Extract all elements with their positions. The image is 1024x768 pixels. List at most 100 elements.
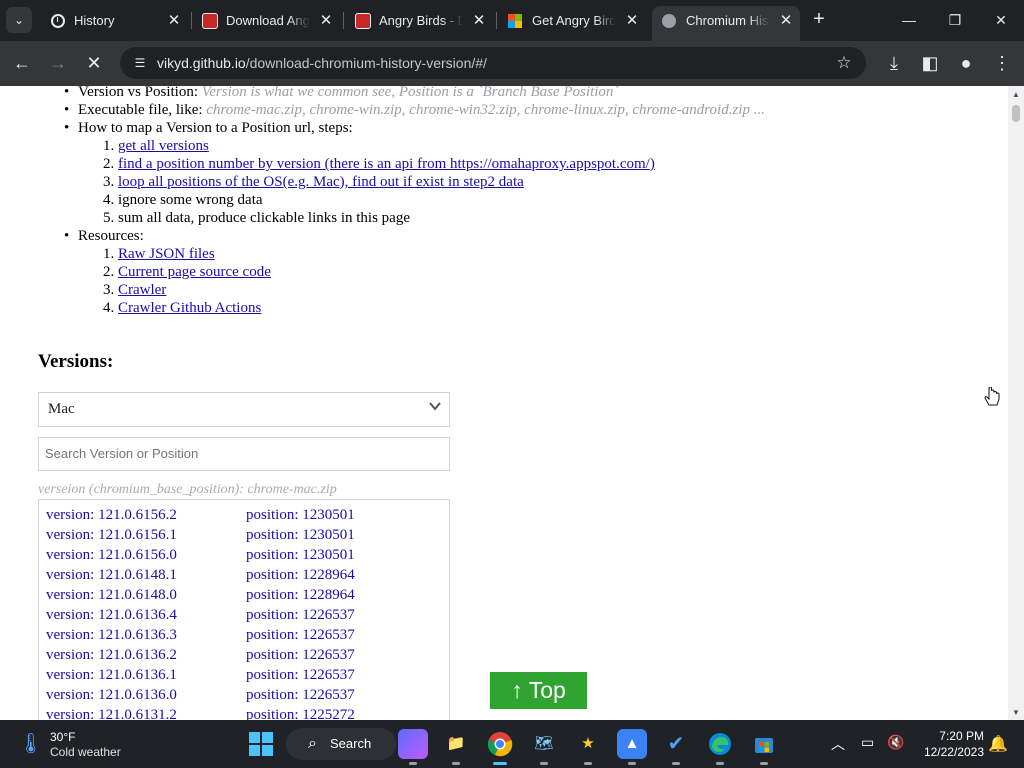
scroll-up-icon[interactable]: ▲: [1012, 90, 1020, 99]
list-hint: verseion (chromium_base_position): chrom…: [38, 482, 337, 497]
stop-loading-button[interactable]: ✕: [80, 49, 108, 77]
version-link[interactable]: version: 121.0.6156.1: [46, 527, 177, 544]
tab-title: Angry Birds - D: [379, 13, 463, 28]
version-link[interactable]: version: 121.0.6156.2: [46, 507, 177, 524]
tab-title: Chromium Histo: [686, 13, 770, 28]
version-row: version: 121.0.6136.1 position: 1226537: [39, 667, 449, 687]
resource-link-source[interactable]: Current page source code: [118, 263, 271, 281]
clock[interactable]: 7:20 PM 12/22/2023: [912, 728, 984, 760]
profile-icon[interactable]: ●: [952, 49, 980, 77]
version-link[interactable]: version: 121.0.6136.4: [46, 607, 177, 624]
microsoft-store-favicon-icon: [508, 14, 522, 28]
file-explorer-icon[interactable]: 📁: [441, 729, 471, 765]
angry-birds-favicon-icon: [202, 13, 218, 29]
position-link[interactable]: position: 1226537: [246, 687, 355, 704]
close-icon[interactable]: ✕: [318, 6, 334, 35]
close-icon[interactable]: ✕: [624, 6, 640, 35]
position-link[interactable]: position: 1228964: [246, 587, 355, 604]
version-row: version: 121.0.6136.4 position: 1226537: [39, 607, 449, 627]
position-link[interactable]: position: 1230501: [246, 527, 355, 544]
todo-app-icon[interactable]: ✔: [661, 729, 691, 765]
scroll-down-icon[interactable]: ▼: [1012, 708, 1020, 717]
position-link[interactable]: position: 1230501: [246, 507, 355, 524]
tab-angry-birds[interactable]: Angry Birds - D ✕: [345, 6, 493, 35]
site-info-icon[interactable]: ☰: [132, 55, 148, 71]
notification-bell-icon[interactable]: 🔔: [988, 734, 1008, 754]
step-link[interactable]: loop all positions of the OS(e.g. Mac), …: [118, 173, 524, 191]
version-row: version: 121.0.6131.2 position: 1225272: [39, 707, 449, 720]
start-button[interactable]: [249, 732, 273, 756]
copilot-icon[interactable]: [398, 729, 428, 765]
scrollbar-thumb[interactable]: [1012, 105, 1020, 122]
close-icon[interactable]: ✕: [166, 6, 182, 35]
tab-search-button[interactable]: ⌄: [6, 7, 32, 33]
bookmark-star-icon[interactable]: ☆: [832, 51, 856, 75]
versions-heading: Versions:: [38, 351, 114, 372]
version-link[interactable]: version: 121.0.6136.1: [46, 667, 177, 684]
position-link[interactable]: position: 1228964: [246, 567, 355, 584]
tab-separator: [343, 12, 344, 29]
step-link[interactable]: get all versions: [118, 137, 209, 155]
volume-icon[interactable]: 🔇: [887, 734, 904, 751]
address-bar[interactable]: ☰ vikyd.github.io/download-chromium-hist…: [120, 47, 866, 79]
step-link[interactable]: find a position number by version (there…: [118, 155, 655, 173]
forward-button[interactable]: →: [44, 49, 72, 77]
tab-chromium-history[interactable]: Chromium Histo ✕: [652, 6, 800, 41]
tab-separator: [496, 12, 497, 29]
version-link[interactable]: version: 121.0.6148.1: [46, 567, 177, 584]
version-list[interactable]: version: 121.0.6156.2 position: 1230501 ve…: [38, 499, 450, 720]
position-link[interactable]: position: 1225272: [246, 707, 355, 720]
version-link[interactable]: version: 121.0.6131.2: [46, 707, 177, 720]
resource-link-github-actions[interactable]: Crawler Github Actions: [118, 299, 261, 317]
position-link[interactable]: position: 1230501: [246, 547, 355, 564]
resource-number: 3.: [103, 282, 115, 298]
step-number: 4.: [103, 192, 115, 208]
microsoft-store-icon[interactable]: [749, 729, 779, 765]
page-scrollbar[interactable]: ▲ ▼: [1008, 86, 1024, 720]
version-row: version: 121.0.6148.0 position: 1228964: [39, 587, 449, 607]
search-input[interactable]: Search Version or Position: [38, 437, 450, 471]
position-link[interactable]: position: 1226537: [246, 667, 355, 684]
os-select[interactable]: Mac: [38, 392, 450, 427]
position-link[interactable]: position: 1226537: [246, 627, 355, 644]
close-icon[interactable]: ✕: [471, 6, 487, 35]
download-icon[interactable]: ⤓: [880, 49, 908, 77]
taskbar-search[interactable]: ⌕ Search: [286, 728, 396, 760]
tab-history[interactable]: History ✕: [40, 6, 188, 35]
photos-app-icon[interactable]: ▲: [617, 729, 647, 765]
tab-get-angry-birds[interactable]: Get Angry Birds ✕: [498, 6, 646, 35]
url-text[interactable]: vikyd.github.io/download-chromium-histor…: [157, 47, 487, 79]
resource-number: 1.: [103, 246, 115, 262]
network-icon[interactable]: ▭: [861, 734, 874, 751]
version-link[interactable]: version: 121.0.6136.0: [46, 687, 177, 704]
resource-link-crawler[interactable]: Crawler: [118, 281, 166, 299]
new-tab-button[interactable]: +: [808, 8, 830, 32]
close-icon[interactable]: ✕: [778, 6, 794, 35]
position-link[interactable]: position: 1226537: [246, 647, 355, 664]
tab-download-angry-birds[interactable]: Download Angry ✕: [192, 6, 340, 35]
version-row: version: 121.0.6136.0 position: 1226537: [39, 687, 449, 707]
version-row: version: 121.0.6148.1 position: 1228964: [39, 567, 449, 587]
version-link[interactable]: version: 121.0.6136.2: [46, 647, 177, 664]
browser-toolbar: ← → ✕ ☰ vikyd.github.io/download-chromiu…: [0, 41, 1024, 86]
resource-link-raw-json[interactable]: Raw JSON files: [118, 245, 215, 263]
back-button[interactable]: ←: [8, 49, 36, 77]
maps-app-icon[interactable]: 🗺: [529, 729, 559, 765]
minimize-button[interactable]: —: [886, 0, 932, 41]
side-panel-icon[interactable]: ◧: [916, 49, 944, 77]
edge-icon[interactable]: [705, 729, 735, 765]
version-link[interactable]: version: 121.0.6148.0: [46, 587, 177, 604]
version-link[interactable]: version: 121.0.6136.3: [46, 627, 177, 644]
movie-app-icon[interactable]: ★: [573, 729, 603, 765]
restore-button[interactable]: ❐: [932, 0, 978, 41]
chevron-up-icon[interactable]: ︿: [831, 734, 845, 754]
intro-version-position: Version vs Position: Version is what we …: [64, 86, 618, 101]
menu-icon[interactable]: ⋮: [988, 49, 1016, 77]
top-button[interactable]: ↑ Top: [490, 672, 587, 709]
version-link[interactable]: version: 121.0.6156.0: [46, 547, 177, 564]
chrome-icon[interactable]: [485, 729, 515, 765]
resource-number: 2.: [103, 264, 115, 280]
position-link[interactable]: position: 1226537: [246, 607, 355, 624]
steps-label: How to map a Version to a Position url, …: [64, 119, 353, 137]
close-window-button[interactable]: ✕: [978, 0, 1024, 41]
